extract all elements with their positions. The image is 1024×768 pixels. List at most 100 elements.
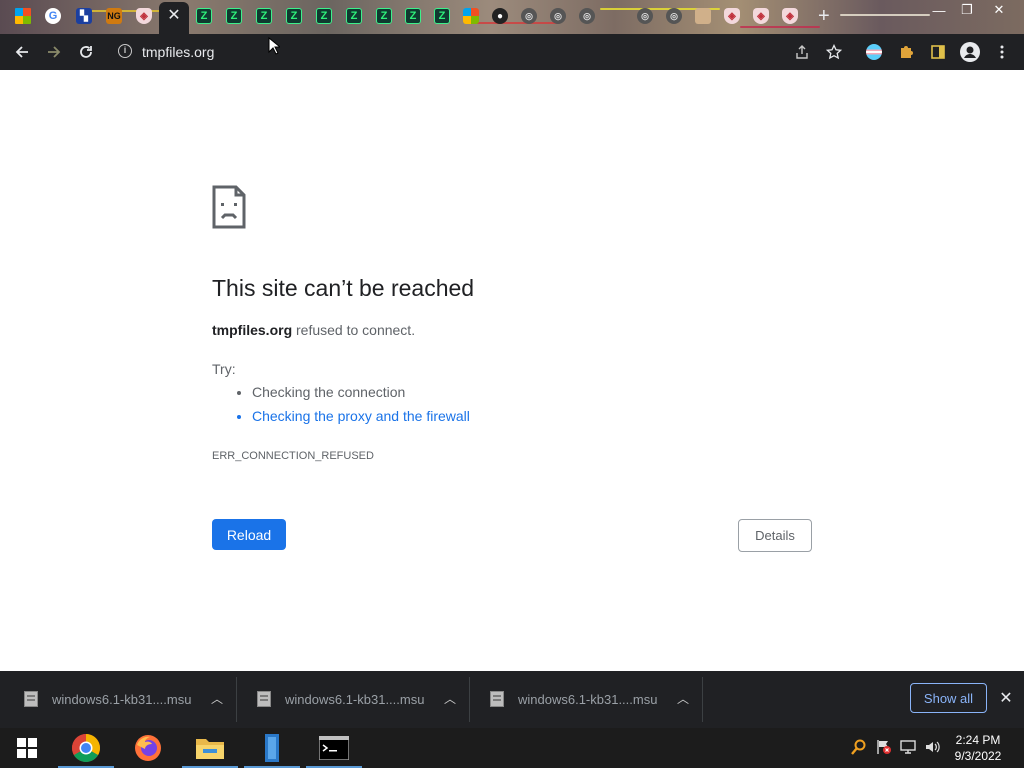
tab-blue-site[interactable]: ▚	[73, 4, 95, 28]
tab-grey-site[interactable]: ◎	[518, 4, 540, 28]
close-shelf-button[interactable]: ✕	[996, 690, 1016, 710]
suggestion-check-proxy-link[interactable]: Checking the proxy and the firewall	[252, 407, 470, 425]
new-tab-button[interactable]: +	[818, 6, 830, 26]
chevron-up-icon[interactable]: ︿	[443, 690, 457, 706]
reload-toolbar-button[interactable]	[74, 40, 98, 64]
tab-picture-site[interactable]	[692, 4, 714, 28]
blue-site-icon: ▚	[76, 8, 92, 24]
address-bar-url[interactable]: tmpfiles.org	[142, 44, 214, 60]
download-shelf: windows6.1-kb31....msu ︿ windows6.1-kb31…	[0, 671, 1024, 728]
side-panel-button[interactable]	[926, 40, 950, 64]
tab-google[interactable]: G	[42, 4, 64, 28]
z-site-icon: Z	[316, 8, 332, 24]
extension-flag-button[interactable]	[862, 40, 886, 64]
share-icon	[796, 45, 808, 59]
tab-z-site[interactable]: Z	[193, 4, 215, 28]
tab-shield-site[interactable]: ◈	[721, 4, 743, 28]
tab-close-button[interactable]: ✕	[163, 4, 185, 28]
restore-icon: ❐	[961, 2, 973, 17]
tab-z-site[interactable]: Z	[431, 4, 453, 28]
grey-site-icon: ◎	[521, 8, 537, 24]
download-file-name: windows6.1-kb31....msu	[52, 692, 192, 707]
google-icon: G	[45, 8, 61, 24]
network-icon[interactable]	[900, 739, 916, 757]
windows-logo-icon	[17, 738, 37, 758]
tab-strip: G ▚ NG ◈ ✕ Z Z Z Z Z Z Z Z Z ● ◎ ◎ ◎ ◎ ◎…	[0, 0, 1024, 34]
download-item[interactable]: windows6.1-kb31....msu ︿	[4, 677, 237, 722]
tab-shield-site[interactable]: ◈	[750, 4, 772, 28]
tab-grey-site[interactable]: ◎	[547, 4, 569, 28]
error-message: tmpfiles.org refused to connect.	[212, 322, 415, 338]
z-site-icon: Z	[405, 8, 421, 24]
back-button[interactable]	[10, 40, 34, 64]
close-icon: ✕	[993, 2, 1005, 17]
tab-z-site[interactable]: Z	[313, 4, 335, 28]
taskbar-file-explorer[interactable]	[180, 728, 240, 768]
address-bar[interactable]: i tmpfiles.org	[108, 38, 848, 66]
tab-shield-site[interactable]: ◈	[779, 4, 801, 28]
tab-z-site[interactable]: Z	[253, 4, 275, 28]
share-button[interactable]	[790, 40, 814, 64]
taskbar-notepad[interactable]	[242, 728, 302, 768]
msu-file-icon	[24, 691, 38, 707]
z-site-icon: Z	[226, 8, 242, 24]
tab-github[interactable]: ●	[489, 4, 511, 28]
tab-grey-site[interactable]: ◎	[634, 4, 656, 28]
download-item[interactable]: windows6.1-kb31....msu ︿	[470, 677, 703, 722]
volume-icon[interactable]	[924, 739, 940, 757]
picture-site-icon	[695, 8, 711, 24]
close-window-button[interactable]: ✕	[984, 0, 1014, 20]
taskbar-chrome[interactable]	[56, 728, 116, 768]
page-content: This site can’t be reached tmpfiles.org …	[0, 70, 1024, 671]
tab-ng-site[interactable]: NG	[103, 4, 125, 28]
reload-icon	[80, 46, 92, 58]
bookmark-button[interactable]	[822, 40, 846, 64]
tab-grey-site[interactable]: ◎	[576, 4, 598, 28]
shield-icon: ◈	[782, 8, 798, 24]
grey-site-icon: ◎	[666, 8, 682, 24]
reload-button[interactable]: Reload	[212, 519, 286, 550]
tab-microsoft[interactable]	[460, 4, 482, 28]
flag-extension-icon	[866, 44, 882, 60]
chevron-up-icon[interactable]: ︿	[676, 690, 690, 706]
mouse-cursor-icon	[268, 37, 280, 55]
search-magnifier-icon[interactable]	[851, 739, 867, 757]
tab-z-site[interactable]: Z	[283, 4, 305, 28]
minimize-button[interactable]: —	[924, 0, 954, 20]
site-info-icon[interactable]: i	[118, 44, 132, 58]
star-icon	[826, 44, 842, 60]
tab-z-site[interactable]: Z	[373, 4, 395, 28]
browser-toolbar: i tmpfiles.org	[0, 34, 1024, 70]
tab-windows[interactable]	[12, 4, 34, 28]
details-button[interactable]: Details	[738, 519, 812, 552]
forward-button[interactable]	[42, 40, 66, 64]
tab-shield-site[interactable]: ◈	[133, 4, 155, 28]
z-site-icon: Z	[346, 8, 362, 24]
notepad-icon	[265, 734, 279, 762]
chevron-up-icon[interactable]: ︿	[210, 690, 224, 706]
error-host: tmpfiles.org	[212, 322, 293, 338]
tab-z-site[interactable]: Z	[343, 4, 365, 28]
close-icon: ✕	[999, 690, 1013, 707]
taskbar-command-prompt[interactable]	[304, 728, 364, 768]
error-message-text: refused to connect.	[292, 322, 416, 338]
close-icon: ✕	[167, 7, 181, 24]
download-item[interactable]: windows6.1-kb31....msu ︿	[237, 677, 470, 722]
tab-z-site[interactable]: Z	[223, 4, 245, 28]
show-all-button[interactable]: Show all	[910, 683, 987, 713]
z-site-icon: Z	[256, 8, 272, 24]
extensions-button[interactable]	[894, 40, 918, 64]
start-button[interactable]	[0, 728, 54, 768]
theme-decoration	[840, 14, 930, 16]
action-center-flag-icon[interactable]	[876, 739, 892, 757]
chrome-icon	[72, 734, 100, 762]
profile-button[interactable]	[958, 40, 982, 64]
taskbar-clock[interactable]: 2:24 PM 9/3/2022	[948, 732, 1008, 764]
taskbar-firefox[interactable]	[118, 728, 178, 768]
restore-button[interactable]: ❐	[952, 0, 982, 20]
tab-grey-site[interactable]: ◎	[663, 4, 685, 28]
tab-z-site[interactable]: Z	[402, 4, 424, 28]
menu-button[interactable]	[990, 40, 1014, 64]
command-prompt-icon	[319, 736, 349, 760]
suggestion-check-connection: Checking the connection	[252, 383, 470, 401]
